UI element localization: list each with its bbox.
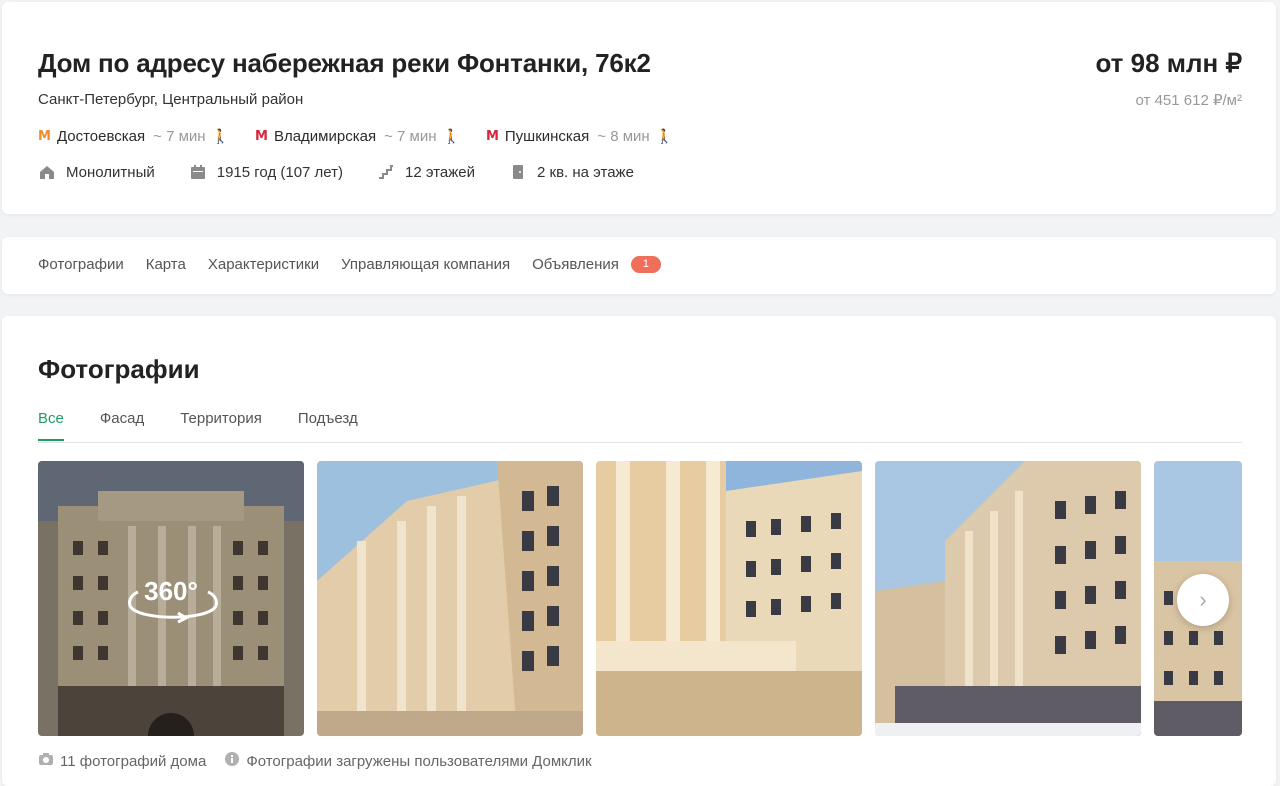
- metro-icon: M: [255, 129, 268, 144]
- metro-station[interactable]: M Достоевская ~ 7 мин 🚶: [38, 128, 229, 145]
- chevron-right-icon: ›: [1199, 587, 1207, 612]
- metro-time: ~ 8 мин: [597, 128, 650, 145]
- door-icon: [509, 163, 527, 181]
- carousel-next-button[interactable]: ›: [1177, 574, 1229, 626]
- metro-station[interactable]: M Владимирская ~ 7 мин 🚶: [255, 128, 460, 145]
- fact-year: 1915 год (107 лет): [189, 163, 343, 181]
- photo-count: 11 фотографий дома: [38, 752, 206, 770]
- metro-name: Владимирская: [273, 128, 377, 145]
- fact-year-text: 1915 год (107 лет): [216, 163, 344, 181]
- photo-carousel: 360°: [38, 461, 1242, 736]
- pano-360-label: 360°: [144, 576, 198, 606]
- walk-icon: 🚶: [655, 128, 674, 144]
- nav-tab-management[interactable]: Управляющая компания: [341, 256, 510, 273]
- calendar-icon: [189, 163, 207, 181]
- camera-icon: [38, 752, 54, 770]
- nav-tab-characteristics[interactable]: Характеристики: [208, 256, 319, 273]
- photos-title: Фотографии: [38, 354, 200, 384]
- tabs-divider: [38, 442, 1242, 443]
- metro-icon: M: [485, 129, 499, 144]
- photo-tab-territory[interactable]: Территория: [180, 410, 262, 441]
- photo-facade[interactable]: [317, 461, 583, 736]
- info-icon: [224, 751, 240, 771]
- ads-count-badge: 1: [630, 256, 661, 273]
- address-subtitle: Санкт-Петербург, Центральный район: [38, 91, 304, 108]
- house-header-card: Дом по адресу набережная реки Фонтанки, …: [2, 2, 1276, 214]
- section-tabs: Фотографии Карта Характеристики Управляю…: [38, 256, 661, 273]
- price-per-sqm: от 451 612 ₽/м²: [1135, 92, 1242, 109]
- nav-tab-map[interactable]: Карта: [146, 256, 186, 273]
- photo-tab-facade[interactable]: Фасад: [100, 410, 144, 441]
- metro-time: ~ 7 мин: [384, 128, 437, 145]
- photo-tab-entrance[interactable]: Подъезд: [298, 410, 358, 441]
- nav-tab-photos[interactable]: Фотографии: [38, 256, 124, 273]
- fact-floors-text: 12 этажей: [405, 163, 475, 181]
- photo-source-text: Фотографии загружены пользователями Домк…: [246, 752, 592, 770]
- fact-floors: 12 этажей: [377, 163, 475, 181]
- metro-name: Достоевская: [56, 128, 146, 145]
- house-icon: [38, 163, 56, 181]
- walk-icon: 🚶: [442, 128, 460, 144]
- fact-material-text: Монолитный: [66, 163, 155, 181]
- metro-time: ~ 7 мин: [153, 128, 206, 145]
- photo-filter-tabs: Все Фасад Территория Подъезд: [38, 410, 394, 441]
- fact-flats-text: 2 кв. на этаже: [537, 163, 634, 181]
- metro-icon: M: [38, 129, 51, 144]
- nav-tab-ads[interactable]: Объявления: [532, 256, 619, 273]
- photo-count-text: 11 фотографий дома: [60, 752, 207, 770]
- photo-tab-all[interactable]: Все: [38, 410, 64, 441]
- metro-station[interactable]: M Пушкинская ~ 8 мин 🚶: [486, 128, 673, 145]
- house-facts: Монолитный 1915 год (107 лет) 12 этажей …: [38, 163, 668, 181]
- section-nav: Фотографии Карта Характеристики Управляю…: [2, 237, 1276, 294]
- stairs-icon: [377, 163, 395, 181]
- photo-360-panorama[interactable]: 360°: [38, 461, 304, 736]
- price: от 98 млн ₽: [1095, 48, 1242, 78]
- photo-building-corner[interactable]: [875, 461, 1141, 736]
- photo-courtyard[interactable]: [596, 461, 862, 736]
- photos-footer: 11 фотографий дома Фотографии загружены …: [38, 751, 610, 771]
- photos-section: Фотографии Все Фасад Территория Подъезд: [2, 316, 1276, 786]
- photo-source: Фотографии загружены пользователями Домк…: [224, 751, 592, 771]
- fact-material: Монолитный: [38, 163, 155, 181]
- walk-icon: 🚶: [211, 128, 230, 144]
- metro-list: M Достоевская ~ 7 мин 🚶 M Владимирская ~…: [38, 128, 699, 145]
- fact-flats: 2 кв. на этаже: [509, 163, 634, 181]
- metro-name: Пушкинская: [504, 128, 590, 145]
- page-title: Дом по адресу набережная реки Фонтанки, …: [38, 48, 651, 78]
